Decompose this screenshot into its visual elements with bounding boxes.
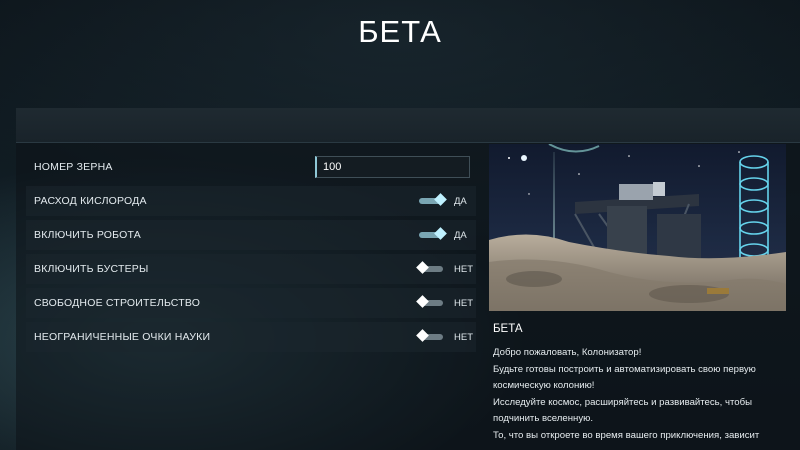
- info-description: Добро пожаловать, Колонизатор! Будьте го…: [493, 345, 785, 444]
- toggle-row-unlimited-science[interactable]: НЕОГРАНИЧЕННЫЕ ОЧКИ НАУКИ НЕТ: [26, 322, 476, 352]
- colony-scene-illustration: [489, 144, 786, 311]
- toggle-switch[interactable]: [419, 193, 447, 206]
- info-line: То, что вы откроете во время вашего прик…: [493, 429, 760, 441]
- seed-input[interactable]: [315, 156, 470, 178]
- info-line: космическую колонию!: [493, 380, 595, 391]
- settings-list: НОМЕР ЗЕРНА РАСХОД КИСЛОРОДА ДА ВКЛЮЧИТЬ…: [26, 152, 476, 356]
- toggle-value: ДА: [454, 195, 467, 207]
- info-line: подчинить вселенную.: [493, 413, 593, 424]
- toggle-switch[interactable]: [419, 227, 447, 240]
- toggle-label: РАСХОД КИСЛОРОДА: [34, 195, 147, 207]
- toggle-label: СВОБОДНОЕ СТРОИТЕЛЬСТВО: [34, 297, 201, 309]
- toggle-row-robot[interactable]: ВКЛЮЧИТЬ РОБОТА ДА: [26, 220, 476, 250]
- toggle-value: НЕТ: [454, 297, 473, 309]
- info-line: Будьте готовы построить и автоматизирова…: [493, 363, 756, 375]
- toggle-value: ДА: [454, 229, 467, 241]
- panel-header-bar: [16, 108, 800, 143]
- toggle-label: ВКЛЮЧИТЬ БУСТЕРЫ: [34, 263, 149, 275]
- toggle-row-free-build[interactable]: СВОБОДНОЕ СТРОИТЕЛЬСТВО НЕТ: [26, 288, 476, 318]
- toggle-switch[interactable]: [416, 295, 443, 308]
- info-line: Добро пожаловать, Колонизатор!: [493, 347, 642, 358]
- toggle-value: НЕТ: [454, 263, 473, 275]
- toggle-row-oxygen[interactable]: РАСХОД КИСЛОРОДА ДА: [26, 186, 476, 216]
- info-line: Исследуйте космос, расширяйтесь и развив…: [493, 396, 753, 408]
- toggle-label: НЕОГРАНИЧЕННЫЕ ОЧКИ НАУКИ: [34, 331, 211, 343]
- toggle-row-boosters[interactable]: ВКЛЮЧИТЬ БУСТЕРЫ НЕТ: [26, 254, 476, 284]
- toggle-switch[interactable]: [416, 261, 443, 274]
- toggle-label: ВКЛЮЧИТЬ РОБОТА: [34, 229, 141, 241]
- page-title: БЕТА: [358, 14, 442, 49]
- toggle-switch[interactable]: [416, 329, 443, 342]
- game-preview-image: [489, 144, 786, 311]
- toggle-value: НЕТ: [454, 331, 473, 343]
- seed-label: НОМЕР ЗЕРНА: [34, 161, 113, 173]
- info-title: БЕТА: [493, 323, 523, 335]
- seed-row: НОМЕР ЗЕРНА: [26, 152, 476, 182]
